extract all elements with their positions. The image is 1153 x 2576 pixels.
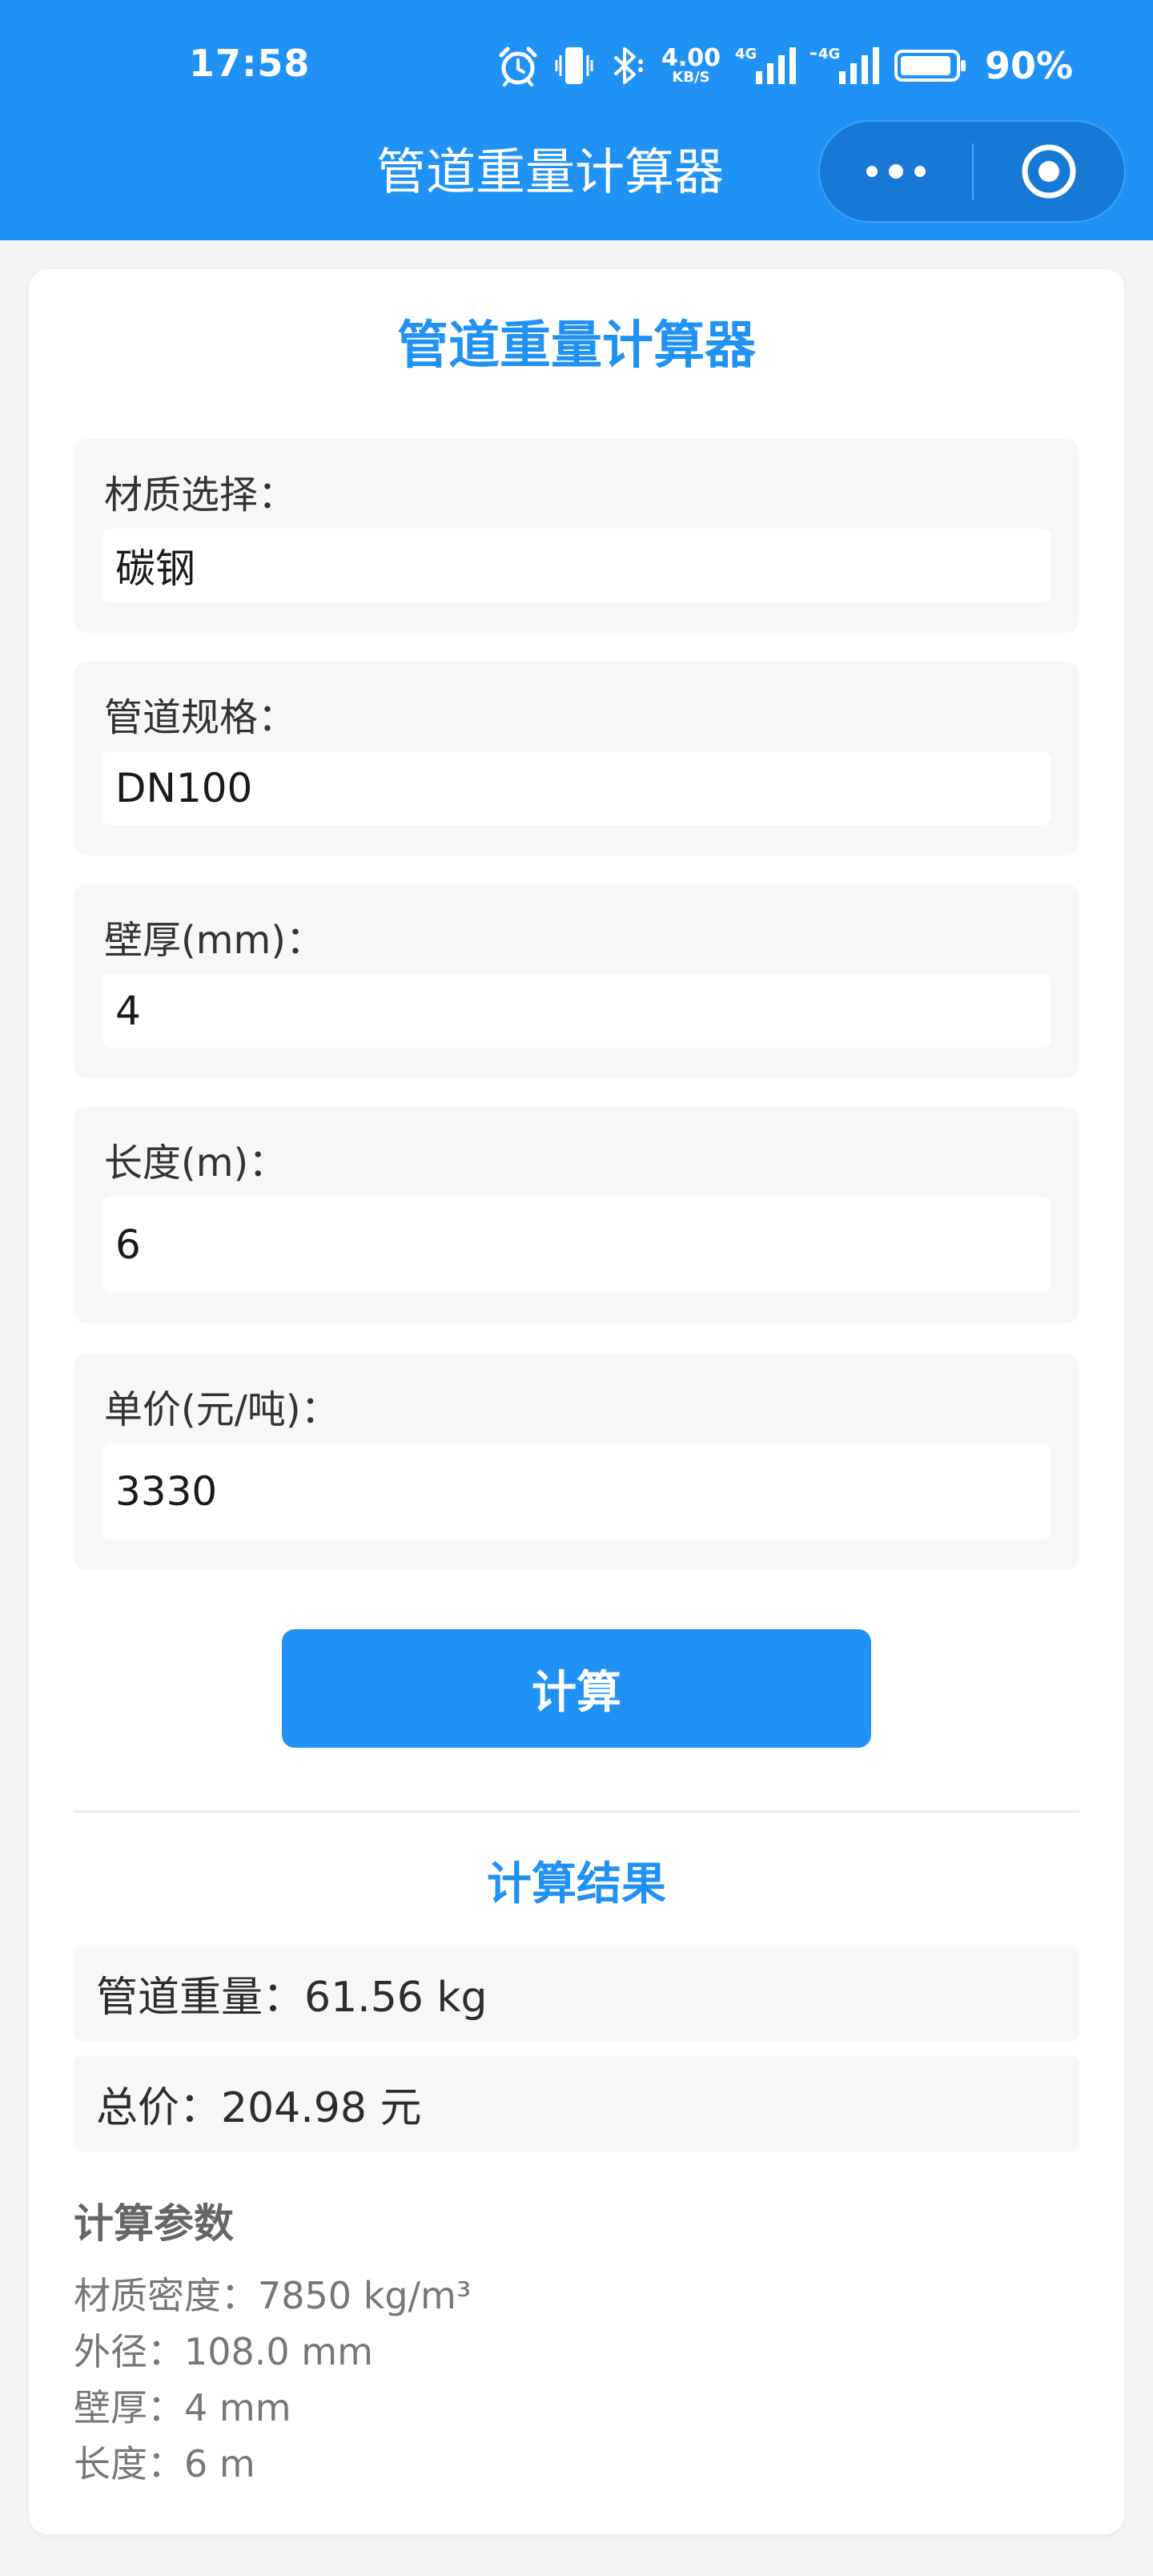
close-button[interactable] — [974, 122, 1124, 221]
more-dot — [914, 166, 926, 177]
material-select[interactable]: 碳钢 — [102, 529, 1051, 602]
signal2-label: 4G — [818, 46, 840, 62]
material-field: 材质选择： 碳钢 — [74, 439, 1079, 633]
more-dot — [866, 166, 878, 177]
battery-icon — [894, 50, 966, 82]
spec-select[interactable]: DN100 — [102, 751, 1051, 825]
nav-title: 管道重量计算器 — [376, 143, 725, 201]
spec-label: 管道规格： — [104, 695, 297, 740]
price-field: 单价(元/吨)： 3330 — [74, 1354, 1079, 1570]
miniprogram-capsule — [818, 120, 1126, 223]
thickness-input[interactable]: 4 — [102, 974, 1051, 1048]
total-price-result: 总价：204.98 元 — [74, 2055, 1079, 2151]
calculate-button[interactable]: 计算 — [282, 1629, 871, 1748]
weight-result: 管道重量：61.56 kg — [74, 1945, 1079, 2041]
more-dots-icon — [889, 164, 903, 179]
length-label: 长度(m)： — [104, 1141, 287, 1185]
net-speed: 4.00 KB/S — [661, 46, 721, 85]
spec-field: 管道规格： DN100 — [74, 662, 1079, 855]
target-circle-icon — [1022, 144, 1076, 199]
status-bar: 17:58 4.00 KB/S 4G 4G 90% — [0, 0, 1153, 136]
material-label: 材质选择： — [104, 473, 297, 517]
signal-4g-icon: 4G — [735, 46, 797, 84]
thickness-field: 壁厚(mm)： 4 — [74, 884, 1079, 1078]
alarm-icon — [499, 46, 537, 87]
param-outer-diameter: 外径：108.0 mm — [74, 2330, 373, 2373]
status-icons: 4.00 KB/S 4G 4G 90% — [496, 37, 1073, 95]
length-field: 长度(m)： 6 — [74, 1107, 1079, 1323]
param-length: 长度：6 m — [74, 2442, 255, 2485]
more-button[interactable] — [820, 122, 972, 221]
params-title: 计算参数 — [74, 2200, 234, 2247]
results-title: 计算结果 — [487, 1858, 666, 1910]
top-bar: 17:58 4.00 KB/S 4G 4G 90% 管道重量计算器 — [0, 0, 1153, 240]
price-label: 单价(元/吨)： — [104, 1387, 339, 1432]
vibrate-icon — [555, 47, 593, 84]
price-input[interactable]: 3330 — [102, 1443, 1051, 1540]
thickness-label: 壁厚(mm)： — [104, 918, 324, 963]
battery-percent: 90% — [985, 44, 1074, 87]
length-input[interactable]: 6 — [102, 1197, 1051, 1293]
net-speed-value: 4.00 — [661, 44, 721, 72]
signal1-label: 4G — [735, 46, 757, 62]
net-speed-unit: KB/S — [672, 69, 710, 86]
param-density: 材质密度：7850 kg/m³ — [74, 2274, 472, 2317]
status-time: 17:58 — [189, 42, 311, 85]
signal-4g-icon-2: 4G — [810, 46, 880, 84]
page-title: 管道重量计算器 — [397, 316, 756, 376]
bluetooth-icon — [613, 47, 643, 84]
param-thickness: 壁厚：4 mm — [74, 2386, 291, 2429]
section-divider — [74, 1810, 1079, 1813]
